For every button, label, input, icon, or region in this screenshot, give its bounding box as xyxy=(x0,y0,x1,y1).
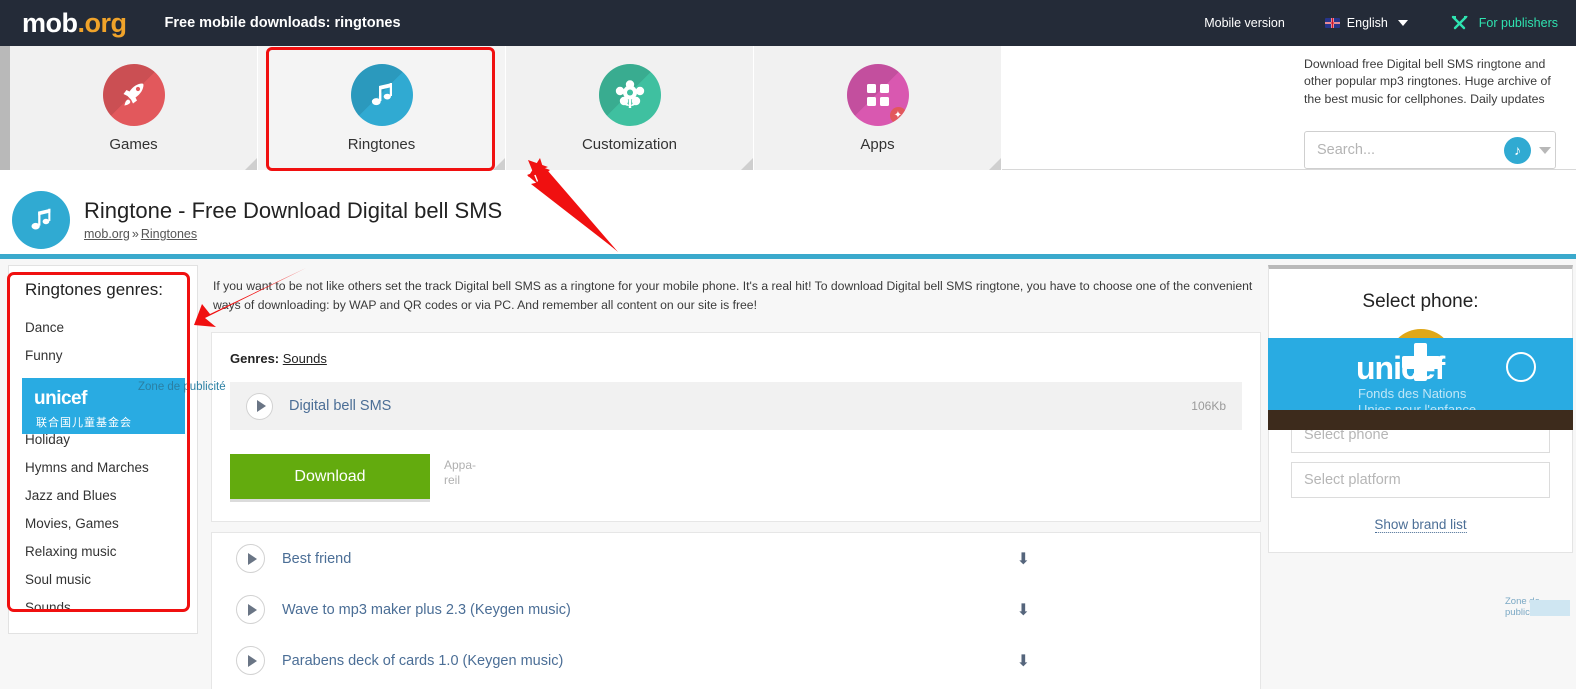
sidebar-item-dance[interactable]: Dance xyxy=(25,313,181,341)
featured-track-name[interactable]: Digital bell SMS xyxy=(289,398,391,414)
page-header: Ringtone - Free Download Digital bell SM… xyxy=(0,171,1576,251)
breadcrumb-current[interactable]: Ringtones xyxy=(141,227,197,241)
list-item[interactable]: Parabens deck of cards 1.0 (Keygen music… xyxy=(212,635,1260,686)
sidebar-item-relaxing-music[interactable]: Relaxing music xyxy=(25,537,181,565)
left-sidebar: Ringtones genres: Dance Funny Hard & Hea… xyxy=(8,265,198,634)
select-platform-field[interactable]: Select platform xyxy=(1291,462,1550,498)
list-item[interactable]: Best friend ⬇ xyxy=(212,533,1260,584)
chevron-down-icon xyxy=(1397,20,1408,26)
genres-card: Ringtones genres: Dance Funny Hard & Hea… xyxy=(8,265,198,634)
tab-customization[interactable]: Customization xyxy=(506,46,754,170)
language-selector[interactable]: English xyxy=(1324,16,1408,30)
tab-games-label: Games xyxy=(109,135,158,153)
download-arrow-icon[interactable]: ⬇ xyxy=(1017,600,1030,620)
site-tagline: Free mobile downloads: ringtones xyxy=(164,15,401,31)
site-logo[interactable]: mob.org xyxy=(22,8,127,39)
search-chevron-down-icon[interactable] xyxy=(1539,146,1551,154)
track-name[interactable]: Wave to mp3 maker plus 2.3 (Keygen music… xyxy=(282,602,571,618)
list-item[interactable]: Wave to mp3 maker plus 2.3 (Keygen music… xyxy=(212,584,1260,635)
download-arrow-icon[interactable]: ⬇ xyxy=(1017,549,1030,569)
logo-text-dot: . xyxy=(77,7,86,38)
for-publishers-link[interactable]: For publishers xyxy=(1450,13,1558,33)
un-emblem-icon xyxy=(1506,352,1536,382)
tools-icon xyxy=(1451,15,1468,30)
tab-apps-label: Apps xyxy=(860,135,895,153)
breadcrumb-separator: » xyxy=(131,227,139,241)
play-icon[interactable] xyxy=(236,544,265,574)
sidebar-item-jazz-blues[interactable]: Jazz and Blues xyxy=(25,481,181,509)
tab-customization-label: Customization xyxy=(581,135,678,153)
tab-apps[interactable]: ✦ Apps xyxy=(754,46,1002,170)
category-tabs: Games Ringtones Customization ✦ Apps xyxy=(10,46,1002,170)
nav-description: Download free Digital bell SMS ringtone … xyxy=(1304,57,1551,106)
sidebar-item-soul-music[interactable]: Soul music xyxy=(25,565,181,593)
ad-left-label: Zone de publicité xyxy=(138,381,226,393)
ad-right-close-area[interactable] xyxy=(1530,600,1570,616)
main-column: If you want to be not like others set th… xyxy=(205,259,1265,689)
tab-games[interactable]: Games xyxy=(10,46,258,170)
ad-right-sub-line1: Fonds des Nations xyxy=(1358,386,1467,401)
sidebar-item-movies-games[interactable]: Movies, Games xyxy=(25,509,181,537)
top-bar: mob.org Free mobile downloads: ringtones… xyxy=(0,0,1576,46)
for-publishers-label: For publishers xyxy=(1478,16,1558,30)
appareil-label: Appa-reil xyxy=(444,458,477,488)
genres-line-value[interactable]: Sounds xyxy=(283,351,327,366)
genres-line: Genres: Sounds xyxy=(230,351,1242,366)
sidebar-item-hymns-marches[interactable]: Hymns and Marches xyxy=(25,453,181,481)
page-title: Ringtone - Free Download Digital bell SM… xyxy=(84,198,503,223)
tab-ringtones[interactable]: Ringtones xyxy=(258,46,506,170)
play-icon[interactable] xyxy=(236,595,265,625)
category-nav: Games Ringtones Customization ✦ Apps Dow… xyxy=(0,46,1576,170)
intro-text: If you want to be not like others set th… xyxy=(213,279,1253,312)
ad-right-photo xyxy=(1268,410,1573,430)
download-row: Download Appa-reil xyxy=(230,454,1242,500)
genres-title: Ringtones genres: xyxy=(25,280,163,299)
flower-gear-icon xyxy=(598,63,661,126)
language-label: English xyxy=(1346,16,1388,30)
music-note-icon xyxy=(350,63,413,126)
search-box[interactable]: ♪ xyxy=(1304,131,1556,169)
mobile-version-link[interactable]: Mobile version xyxy=(1204,16,1285,30)
breadcrumb: mob.org» Ringtones xyxy=(84,227,197,241)
app-grid-icon: ✦ xyxy=(846,63,909,126)
logo-text-org: org xyxy=(84,7,128,38)
apps-badge-icon: ✦ xyxy=(889,106,907,124)
download-panel: Genres: Sounds Digital bell SMS 106Kb Do… xyxy=(211,332,1261,523)
play-icon[interactable] xyxy=(236,646,265,676)
genres-line-label: Genres: xyxy=(230,351,280,367)
download-button[interactable]: Download xyxy=(230,454,430,500)
track-name[interactable]: Parabens deck of cards 1.0 (Keygen music… xyxy=(282,653,563,669)
search-music-icon[interactable]: ♪ xyxy=(1504,136,1531,164)
sidebar-item-sounds[interactable]: Sounds xyxy=(25,593,181,621)
logo-text-main: mob xyxy=(22,7,78,38)
play-icon[interactable] xyxy=(246,392,273,420)
uk-flag-icon xyxy=(1324,18,1340,28)
search-input[interactable] xyxy=(1317,142,1504,158)
show-brand-list-link[interactable]: Show brand list xyxy=(1374,517,1467,533)
page-music-note-icon xyxy=(12,191,70,249)
tab-ringtones-label: Ringtones xyxy=(347,135,416,153)
content-area: Ringtones genres: Dance Funny Hard & Hea… xyxy=(0,259,1576,689)
rocket-icon xyxy=(102,63,165,126)
featured-track-row[interactable]: Digital bell SMS 106Kb xyxy=(230,382,1242,431)
track-name[interactable]: Best friend xyxy=(282,551,351,567)
sidebar-item-funny[interactable]: Funny xyxy=(25,341,181,369)
download-arrow-icon[interactable]: ⬇ xyxy=(1017,651,1030,671)
select-phone-title: Select phone: xyxy=(1362,291,1479,312)
featured-track-size: 106Kb xyxy=(1191,399,1226,414)
top-bar-right: Mobile version English For publishers xyxy=(1204,13,1576,33)
page-root: mob.org Free mobile downloads: ringtones… xyxy=(0,0,1576,689)
related-tracks-panel: Best friend ⬇ Wave to mp3 maker plus 2.3… xyxy=(211,532,1261,689)
ad-left-logo: unicef xyxy=(34,388,87,409)
ad-left-subtext: 联合国儿童基金会 xyxy=(36,417,132,429)
breadcrumb-home[interactable]: mob.org xyxy=(84,227,130,241)
